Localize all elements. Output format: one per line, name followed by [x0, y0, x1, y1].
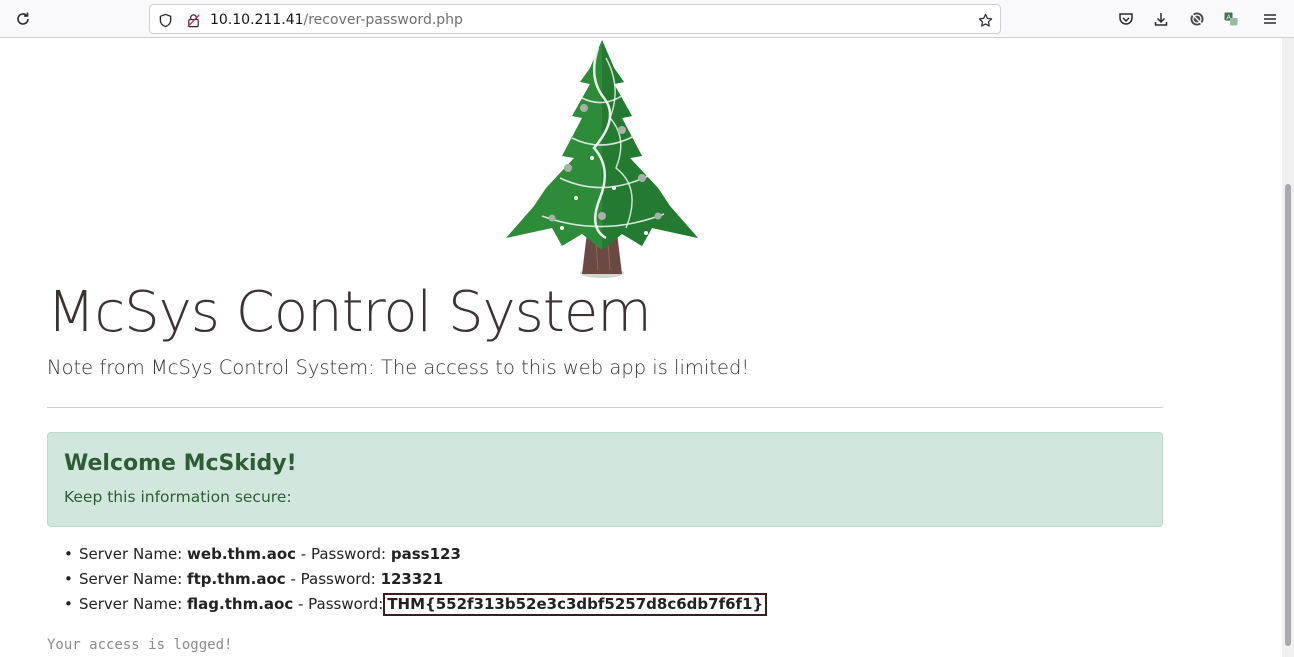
alert-text: Keep this information secure: [64, 488, 292, 506]
server-name: flag.thm.aoc [187, 595, 294, 613]
access-note: Note from McSys Control System: The acce… [47, 356, 750, 379]
page-title: McSys Control System [47, 280, 652, 345]
url-bar[interactable]: 10.10.211.41/recover-password.php [149, 4, 1001, 34]
access-log-message: Your access is logged! [47, 637, 233, 653]
bullet: • [64, 545, 73, 563]
bullet: • [64, 595, 73, 613]
scrollbar-thumb[interactable] [1285, 184, 1291, 646]
password-label: - Password: [290, 570, 376, 588]
pocket-icon[interactable] [1113, 6, 1139, 32]
download-icon[interactable] [1148, 6, 1174, 32]
server-name-label: Server Name: [79, 545, 183, 563]
alert-heading: Welcome McSkidy! [64, 451, 297, 476]
welcome-alert: Welcome McSkidy! Keep this information s… [47, 432, 1163, 527]
divider [47, 407, 1163, 408]
lock-icon[interactable] [184, 11, 202, 29]
extension-icon[interactable] [1184, 6, 1210, 32]
list-item: • Server Name: ftp.thm.aoc - Password: 1… [64, 569, 864, 594]
server-name: web.thm.aoc [187, 545, 297, 563]
bullet: • [64, 570, 73, 588]
list-item: • Server Name: web.thm.aoc - Password: p… [64, 544, 864, 569]
url-path: /recover-password.php [303, 12, 463, 28]
bookmark-star-icon[interactable] [976, 11, 994, 29]
password-label: - Password: [300, 545, 387, 563]
browser-toolbar: 10.10.211.41/recover-password.php A [0, 0, 1294, 38]
menu-icon[interactable] [1257, 6, 1283, 32]
server-name-label: Server Name: [79, 595, 183, 613]
url-host: 10.10.211.41 [210, 12, 304, 28]
server-list: • Server Name: web.thm.aoc - Password: p… [64, 544, 864, 619]
flag-password: THM{552f313b52e3c3dbf5257d8c6db7f6f1} [383, 593, 768, 616]
shield-icon[interactable] [156, 11, 174, 29]
server-name: ftp.thm.aoc [187, 570, 286, 588]
server-name-label: Server Name: [79, 570, 183, 588]
christmas-tree-image [502, 38, 708, 280]
url-text[interactable]: 10.10.211.41/recover-password.php [210, 11, 463, 29]
scrollbar[interactable] [1282, 38, 1294, 657]
server-password: 123321 [380, 570, 444, 588]
password-label: - Password: [298, 595, 384, 613]
reload-icon[interactable] [10, 6, 36, 32]
list-item: • Server Name: flag.thm.aoc - Password: T… [64, 593, 864, 619]
server-password: pass123 [390, 545, 461, 563]
translate-icon[interactable]: A [1218, 6, 1244, 32]
